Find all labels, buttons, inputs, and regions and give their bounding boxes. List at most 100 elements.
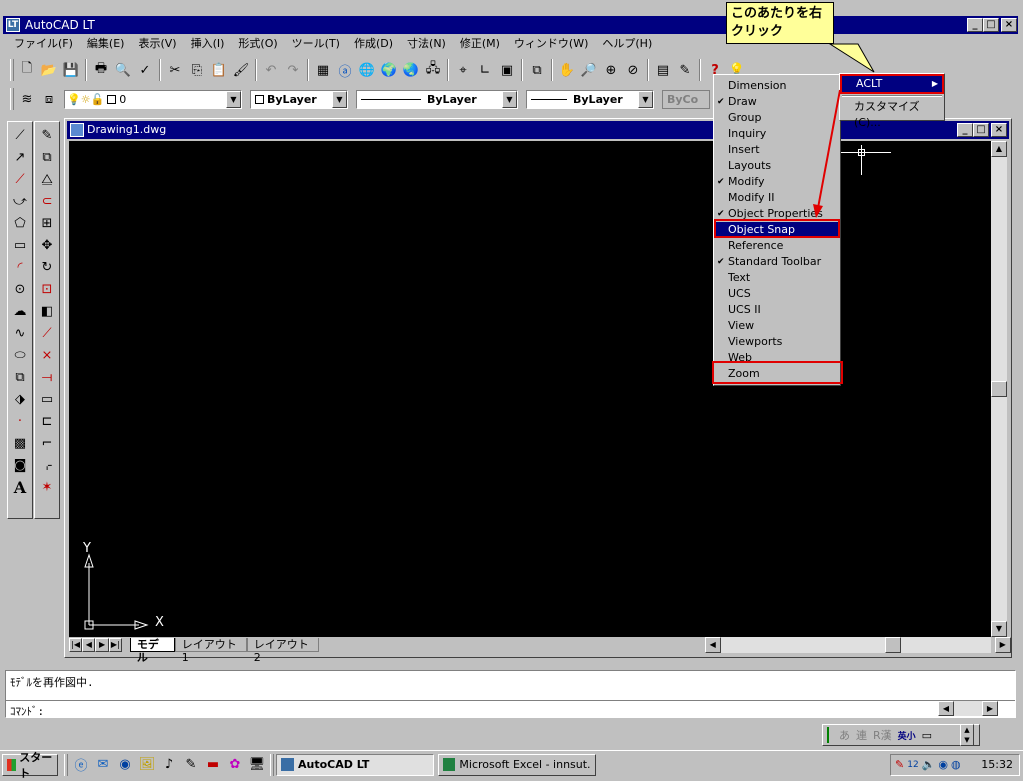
- scroll-right-arrow-icon[interactable]: ▶: [994, 637, 1011, 653]
- zoom-window-icon[interactable]: ⊕: [600, 59, 622, 81]
- cut-icon[interactable]: ✂: [164, 59, 186, 81]
- ime-spin-button[interactable]: ▲ ▼: [960, 724, 974, 746]
- layer-previous-icon[interactable]: ⧈: [38, 88, 60, 110]
- menu-format[interactable]: 形式(O): [231, 35, 284, 53]
- arc-icon[interactable]: ◜: [9, 256, 31, 278]
- zoom-realtime-icon[interactable]: 🔎: [578, 59, 600, 81]
- offset-icon[interactable]: ⊂: [36, 190, 58, 212]
- network-icon[interactable]: ◍: [951, 758, 961, 771]
- make-block-icon[interactable]: ⬗: [9, 388, 31, 410]
- break-point-icon[interactable]: ⊏: [36, 410, 58, 432]
- circle-icon[interactable]: ⊙: [9, 278, 31, 300]
- revcloud-icon[interactable]: ☁: [9, 300, 31, 322]
- volume-icon[interactable]: 🔈: [922, 758, 936, 771]
- redo-icon[interactable]: ↷: [282, 59, 304, 81]
- scroll-down-arrow-icon[interactable]: ▼: [991, 621, 1007, 637]
- menu-view[interactable]: 表示(V): [131, 35, 183, 53]
- properties-icon[interactable]: ▤: [652, 59, 674, 81]
- linetype-dropdown[interactable]: ByLayer ▼: [356, 89, 518, 109]
- print-icon[interactable]: 🖶: [90, 59, 112, 81]
- region-icon[interactable]: ◙: [9, 454, 31, 476]
- command-scroll-right-icon[interactable]: ▶: [982, 701, 998, 716]
- drawing-minimize-button[interactable]: _: [957, 123, 973, 137]
- polygon-icon[interactable]: ⬠: [9, 212, 31, 234]
- chevron-down-icon[interactable]: ▼: [502, 90, 517, 108]
- mirror-icon[interactable]: ⧋: [36, 168, 58, 190]
- menu-file[interactable]: ファイル(F): [7, 35, 80, 53]
- zoom-previous-icon[interactable]: ⊘: [622, 59, 644, 81]
- ime-pad-icon[interactable]: ▭: [922, 729, 932, 742]
- vertical-scrollbar[interactable]: ▲ ▼: [991, 141, 1007, 637]
- notepad-icon[interactable]: ✎: [180, 754, 202, 776]
- spline-icon[interactable]: ∿: [9, 322, 31, 344]
- tab-layout2[interactable]: レイアウト2: [246, 638, 319, 664]
- command-scroll-left-icon[interactable]: ◀: [938, 701, 954, 716]
- tab-next-icon[interactable]: ▶: [95, 638, 109, 652]
- publish-web-icon[interactable]: 🌍: [378, 59, 400, 81]
- command-prompt-row[interactable]: ｺﾏﾝﾄﾞ: ◀ ▶: [6, 700, 1015, 718]
- point-icon[interactable]: ·: [9, 410, 31, 432]
- spell-check-icon[interactable]: ✓: [134, 59, 156, 81]
- erase-icon[interactable]: ✎: [36, 124, 58, 146]
- ime-hiragana[interactable]: あ: [839, 727, 850, 743]
- hscroll-thumb[interactable]: [884, 637, 901, 653]
- eye-icon[interactable]: ◉: [938, 758, 948, 771]
- access-icon[interactable]: ▬: [202, 754, 224, 776]
- trim-icon[interactable]: ⨯: [36, 344, 58, 366]
- chevron-down-icon[interactable]: ▼: [638, 90, 653, 108]
- print-preview-icon[interactable]: 🔍: [112, 59, 134, 81]
- ray-icon[interactable]: ↗: [9, 146, 31, 168]
- winamp-icon[interactable]: ♪: [158, 754, 180, 776]
- etransmit-icon[interactable]: 🖧: [422, 59, 444, 81]
- rotate-icon[interactable]: ↻: [36, 256, 58, 278]
- ime-grip-icon[interactable]: [827, 727, 833, 743]
- menu-insert[interactable]: 挿入(I): [184, 35, 232, 53]
- toolbar-menu-item-ucs[interactable]: UCS: [714, 286, 840, 302]
- tab-model[interactable]: モデル: [129, 638, 175, 664]
- object-snap-icon[interactable]: ⌖: [452, 59, 474, 81]
- break-icon[interactable]: ▭: [36, 388, 58, 410]
- scroll-up-arrow-icon[interactable]: ▲: [991, 141, 1007, 157]
- start-button[interactable]: スタート: [2, 751, 58, 780]
- hyperlink-icon[interactable]: 🌏: [400, 59, 422, 81]
- named-views-icon[interactable]: ▣: [496, 59, 518, 81]
- hatch-icon[interactable]: ▩: [9, 432, 31, 454]
- tab-first-icon[interactable]: |◀: [69, 638, 83, 652]
- maximize-button[interactable]: □: [983, 18, 999, 32]
- extend-icon[interactable]: ⟞: [36, 366, 58, 388]
- toolbar-grip[interactable]: [10, 59, 14, 81]
- horizontal-scrollbar[interactable]: ◀ ▶: [704, 637, 1011, 653]
- outlook-express-icon[interactable]: ✉: [92, 754, 114, 776]
- fillet-icon[interactable]: ⌌: [36, 454, 58, 476]
- ellipse-icon[interactable]: ⬭: [9, 344, 31, 366]
- menu-dimension[interactable]: 寸法(N): [400, 35, 453, 53]
- task-excel[interactable]: Microsoft Excel - innsut...: [438, 753, 596, 776]
- save-icon[interactable]: 💾: [60, 59, 82, 81]
- toolbar-menu-item-ucs-ii[interactable]: UCS II: [714, 302, 840, 318]
- menu-window[interactable]: ウィンドウ(W): [507, 35, 595, 53]
- color-dropdown[interactable]: ByLayer ▼: [250, 89, 348, 109]
- new-file-icon[interactable]: 🗋: [16, 59, 38, 81]
- layer-manager-icon[interactable]: ≋: [16, 88, 38, 110]
- show-desktop-icon[interactable]: ◉: [114, 754, 136, 776]
- toolbar-grip[interactable]: [10, 88, 14, 110]
- multiline-icon[interactable]: ⤻: [9, 190, 31, 212]
- mtext-icon[interactable]: A: [9, 476, 31, 498]
- polyline-icon[interactable]: ⟋: [9, 168, 31, 190]
- tab-layout1[interactable]: レイアウト1: [174, 638, 247, 664]
- pan-icon[interactable]: ✋: [556, 59, 578, 81]
- match-properties-icon[interactable]: 🖌: [230, 59, 252, 81]
- scroll-thumb[interactable]: [991, 381, 1007, 397]
- customize-menu-item[interactable]: カスタマイズ(C)...: [842, 99, 942, 129]
- array-icon[interactable]: ⊞: [36, 212, 58, 234]
- task-autocad[interactable]: AutoCAD LT: [276, 753, 434, 776]
- design-center-icon[interactable]: ▦: [312, 59, 334, 81]
- toolbar-menu-item-standard-toolbar[interactable]: ✔ Standard Toolbar: [714, 254, 840, 270]
- autodesk-today-icon[interactable]: ⓐ: [334, 59, 356, 81]
- menu-help[interactable]: ヘルプ(H): [595, 35, 659, 53]
- undo-icon[interactable]: ↶: [260, 59, 282, 81]
- lengthen-icon[interactable]: ⟋: [36, 322, 58, 344]
- chevron-down-icon[interactable]: ▼: [226, 90, 241, 108]
- ime-kanji-mode[interactable]: R漢: [873, 727, 892, 743]
- pen-icon[interactable]: ✎: [895, 758, 904, 771]
